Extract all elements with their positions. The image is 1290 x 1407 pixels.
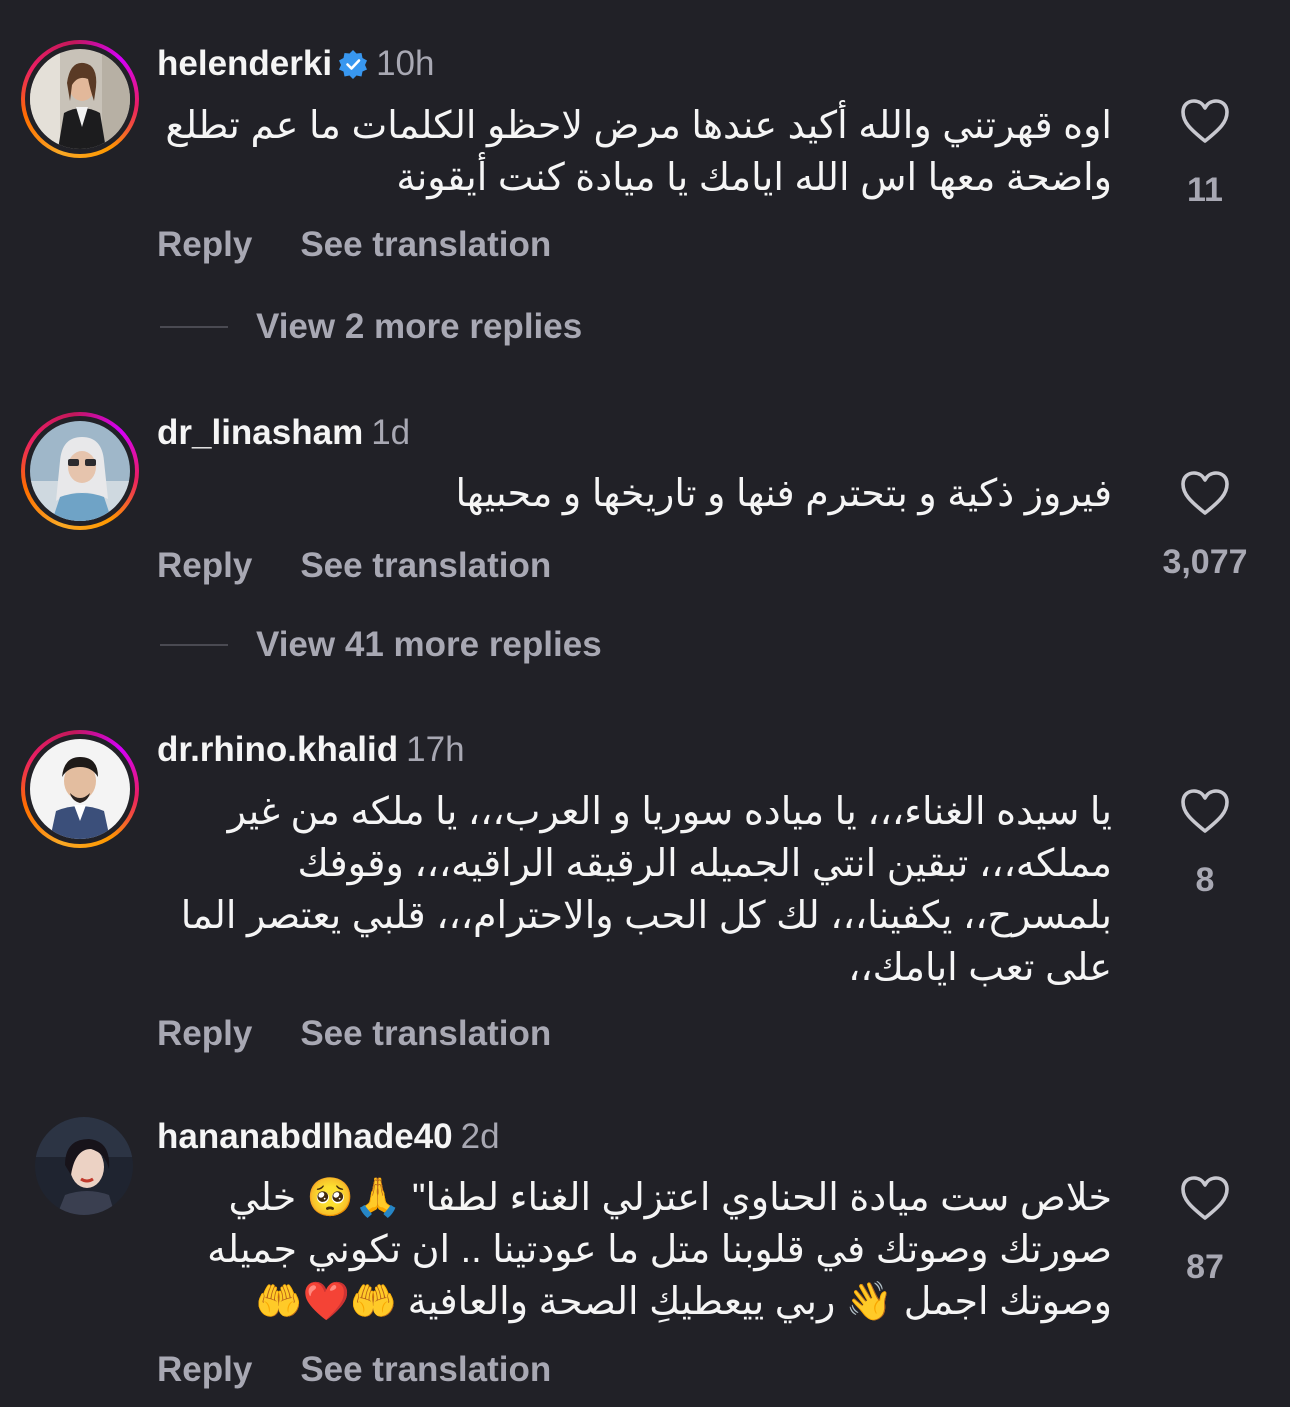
comment-time: 1d xyxy=(371,413,411,452)
comment-username[interactable]: dr_linasham xyxy=(157,413,363,452)
comment-time: 17h xyxy=(406,730,465,769)
view-replies-button[interactable]: View 41 more replies xyxy=(160,625,602,665)
like-count: 11 xyxy=(1187,171,1223,209)
comment-text: يا سيده الغناء،،، يا مياده سوريا و العرب… xyxy=(180,791,1112,989)
view-replies-button[interactable]: View 2 more replies xyxy=(160,307,582,347)
see-translation-button[interactable]: See translation xyxy=(300,546,551,585)
avatar-story-ring[interactable] xyxy=(21,40,139,158)
like-count: 8 xyxy=(1195,861,1215,899)
replies-divider xyxy=(160,326,228,328)
reply-button[interactable]: Reply xyxy=(157,546,252,585)
reply-button[interactable]: Reply xyxy=(157,1014,252,1053)
comment-time: 10h xyxy=(376,44,435,83)
verified-badge-icon xyxy=(338,48,368,88)
comment-username[interactable]: dr.rhino.khalid xyxy=(157,730,398,769)
comment-text: خلاص ست ميادة الحناوي اعتزلي الغناء لطفا… xyxy=(207,1177,1112,1323)
heart-icon[interactable] xyxy=(1180,98,1230,144)
avatar[interactable] xyxy=(35,1117,133,1215)
replies-divider xyxy=(160,644,228,646)
heart-icon[interactable] xyxy=(1180,470,1230,516)
comment-username[interactable]: hananabdlhade40 xyxy=(157,1117,453,1156)
view-replies-label: View 41 more replies xyxy=(256,625,602,664)
like-count: 87 xyxy=(1186,1248,1224,1286)
reply-button[interactable]: Reply xyxy=(157,1350,252,1389)
see-translation-button[interactable]: See translation xyxy=(300,1350,551,1389)
comment-text: فيروز ذكية و بتحترم فنها و تاريخها و محب… xyxy=(455,473,1112,515)
heart-icon[interactable] xyxy=(1180,788,1230,834)
avatar xyxy=(30,421,130,521)
avatar-story-ring[interactable] xyxy=(21,412,139,530)
see-translation-button[interactable]: See translation xyxy=(300,225,551,264)
view-replies-label: View 2 more replies xyxy=(256,307,583,346)
avatar xyxy=(30,739,130,839)
like-count: 3,077 xyxy=(1162,543,1248,581)
comment-username[interactable]: helenderki xyxy=(157,44,332,83)
comment-time: 2d xyxy=(460,1117,500,1156)
reply-button[interactable]: Reply xyxy=(157,225,252,264)
heart-icon[interactable] xyxy=(1180,1175,1230,1221)
comment-text: اوه قهرتني والله أكيد عندها مرض لاحظو ال… xyxy=(165,105,1112,199)
see-translation-button[interactable]: See translation xyxy=(300,1014,551,1053)
avatar-story-ring[interactable] xyxy=(21,730,139,848)
avatar xyxy=(30,49,130,149)
